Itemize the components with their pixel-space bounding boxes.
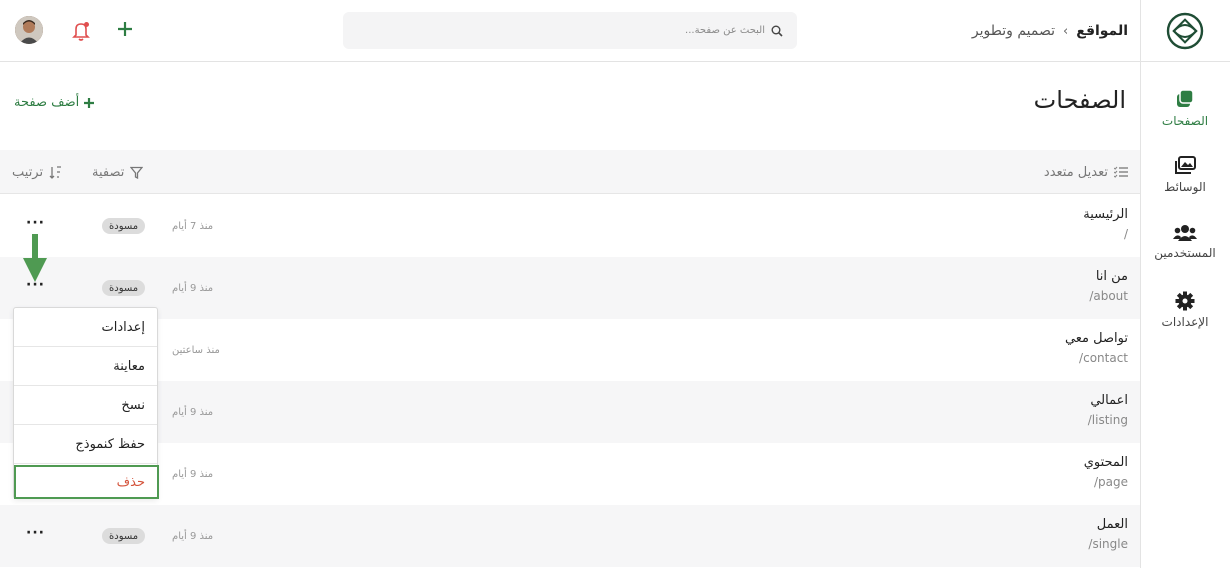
row-date: منذ 9 أيام	[172, 530, 214, 542]
menu-item-settings[interactable]: إعدادات	[14, 308, 157, 347]
sidebar-item-label: الصفحات	[1161, 114, 1209, 128]
row-slug: /page	[1093, 475, 1128, 489]
row-title[interactable]: المحتوي	[1084, 455, 1128, 470]
row-slug: /about	[1089, 289, 1128, 303]
media-icon	[1175, 156, 1196, 174]
row-date: منذ 9 أيام	[172, 282, 214, 294]
pages-icon	[1177, 89, 1194, 107]
gear-icon	[1175, 291, 1195, 311]
search-placeholder: البحث عن صفحة...	[685, 25, 765, 36]
row-title[interactable]: اعمالي	[1090, 393, 1128, 408]
status-badge: مسودة	[102, 528, 146, 544]
menu-item-save-as-template[interactable]: حفظ كنموذج	[14, 425, 157, 464]
row-slug: /single	[1088, 537, 1128, 551]
users-icon	[1173, 225, 1197, 241]
menu-item-preview[interactable]: معاينة	[14, 347, 157, 386]
filter-button[interactable]: تصفية	[92, 150, 144, 194]
row-date: منذ ساعتين	[172, 344, 220, 356]
sort-icon	[49, 165, 62, 179]
sidebar-item-pages[interactable]: الصفحات	[1140, 78, 1230, 138]
add-page-label: أضف صفحة	[14, 95, 80, 110]
row-actions-button[interactable]: ···	[26, 525, 45, 541]
notification-bell-icon[interactable]	[72, 21, 90, 41]
row-actions-menu: إعدادات معاينة نسخ حفظ كنموذج حذف	[13, 307, 159, 499]
row-slug: /	[1123, 227, 1128, 241]
table-row[interactable]: من انا /about منذ 9 أيام مسودة ···	[0, 257, 1140, 319]
row-slug: /listing	[1087, 413, 1128, 427]
sidebar: الصفحات الوسائط المستخدمين الإعدادات	[1140, 0, 1230, 568]
sidebar-item-users[interactable]: المستخدمين	[1140, 212, 1230, 272]
status-badge: مسودة	[102, 218, 146, 234]
row-slug: /contact	[1079, 351, 1128, 365]
user-avatar[interactable]	[15, 16, 43, 44]
row-date: منذ 9 أيام	[172, 468, 214, 480]
top-bar: المواقع › تصميم وتطوير البحث عن صفحة...	[0, 0, 1140, 62]
table-row[interactable]: العمل /single منذ 9 أيام مسودة ···	[0, 505, 1140, 567]
annotation-arrow-icon	[23, 234, 47, 282]
row-title[interactable]: تواصل معي	[1065, 331, 1128, 346]
sidebar-item-media[interactable]: الوسائط	[1140, 145, 1230, 205]
status-badge: مسودة	[102, 280, 146, 296]
menu-item-duplicate[interactable]: نسخ	[14, 386, 157, 425]
table-row[interactable]: المحتوي /page منذ 9 أيام	[0, 443, 1140, 505]
table-row[interactable]: تواصل معي /contact منذ ساعتين	[0, 319, 1140, 381]
list-check-icon	[1114, 166, 1128, 178]
add-icon[interactable]	[116, 20, 134, 38]
bulk-edit-label: تعديل متعدد	[1043, 164, 1108, 180]
table-row[interactable]: الرئيسية / منذ 7 أيام مسودة ···	[0, 195, 1140, 257]
breadcrumb: المواقع › تصميم وتطوير	[972, 0, 1128, 62]
sidebar-item-label: المستخدمين	[1154, 246, 1216, 260]
row-title[interactable]: من انا	[1096, 269, 1128, 284]
sidebar-item-label: الوسائط	[1164, 180, 1206, 194]
sidebar-item-settings[interactable]: الإعدادات	[1140, 280, 1230, 340]
sidebar-item-label: الإعدادات	[1161, 315, 1209, 329]
sort-label: ترتيب	[12, 164, 44, 180]
row-date: منذ 7 أيام	[172, 220, 214, 232]
row-title[interactable]: الرئيسية	[1083, 207, 1128, 222]
bulk-edit-button[interactable]: تعديل متعدد	[1044, 150, 1128, 194]
plus-icon	[84, 97, 95, 108]
filter-icon	[130, 166, 144, 179]
page-title: الصفحات	[1033, 86, 1126, 114]
add-page-button[interactable]: أضف صفحة	[14, 95, 95, 110]
sort-button[interactable]: ترتيب	[12, 150, 62, 194]
menu-item-delete[interactable]: حذف	[14, 465, 159, 499]
filter-label: تصفية	[92, 164, 125, 180]
table-row[interactable]: اعمالي /listing منذ 9 أيام	[0, 381, 1140, 443]
logo-icon	[1166, 12, 1204, 49]
app-logo[interactable]	[1140, 0, 1230, 62]
row-date: منذ 9 أيام	[172, 406, 214, 418]
search-icon	[771, 25, 783, 37]
search-input[interactable]: البحث عن صفحة...	[343, 12, 797, 49]
breadcrumb-root-link[interactable]: المواقع	[1076, 23, 1128, 39]
list-toolbar: تعديل متعدد تصفية ترتيب	[0, 150, 1140, 194]
breadcrumb-separator: ›	[1063, 23, 1069, 39]
avatar-icon	[15, 16, 43, 44]
breadcrumb-current[interactable]: تصميم وتطوير	[972, 23, 1055, 39]
row-actions-button[interactable]: ···	[26, 215, 45, 231]
row-title[interactable]: العمل	[1097, 517, 1128, 532]
